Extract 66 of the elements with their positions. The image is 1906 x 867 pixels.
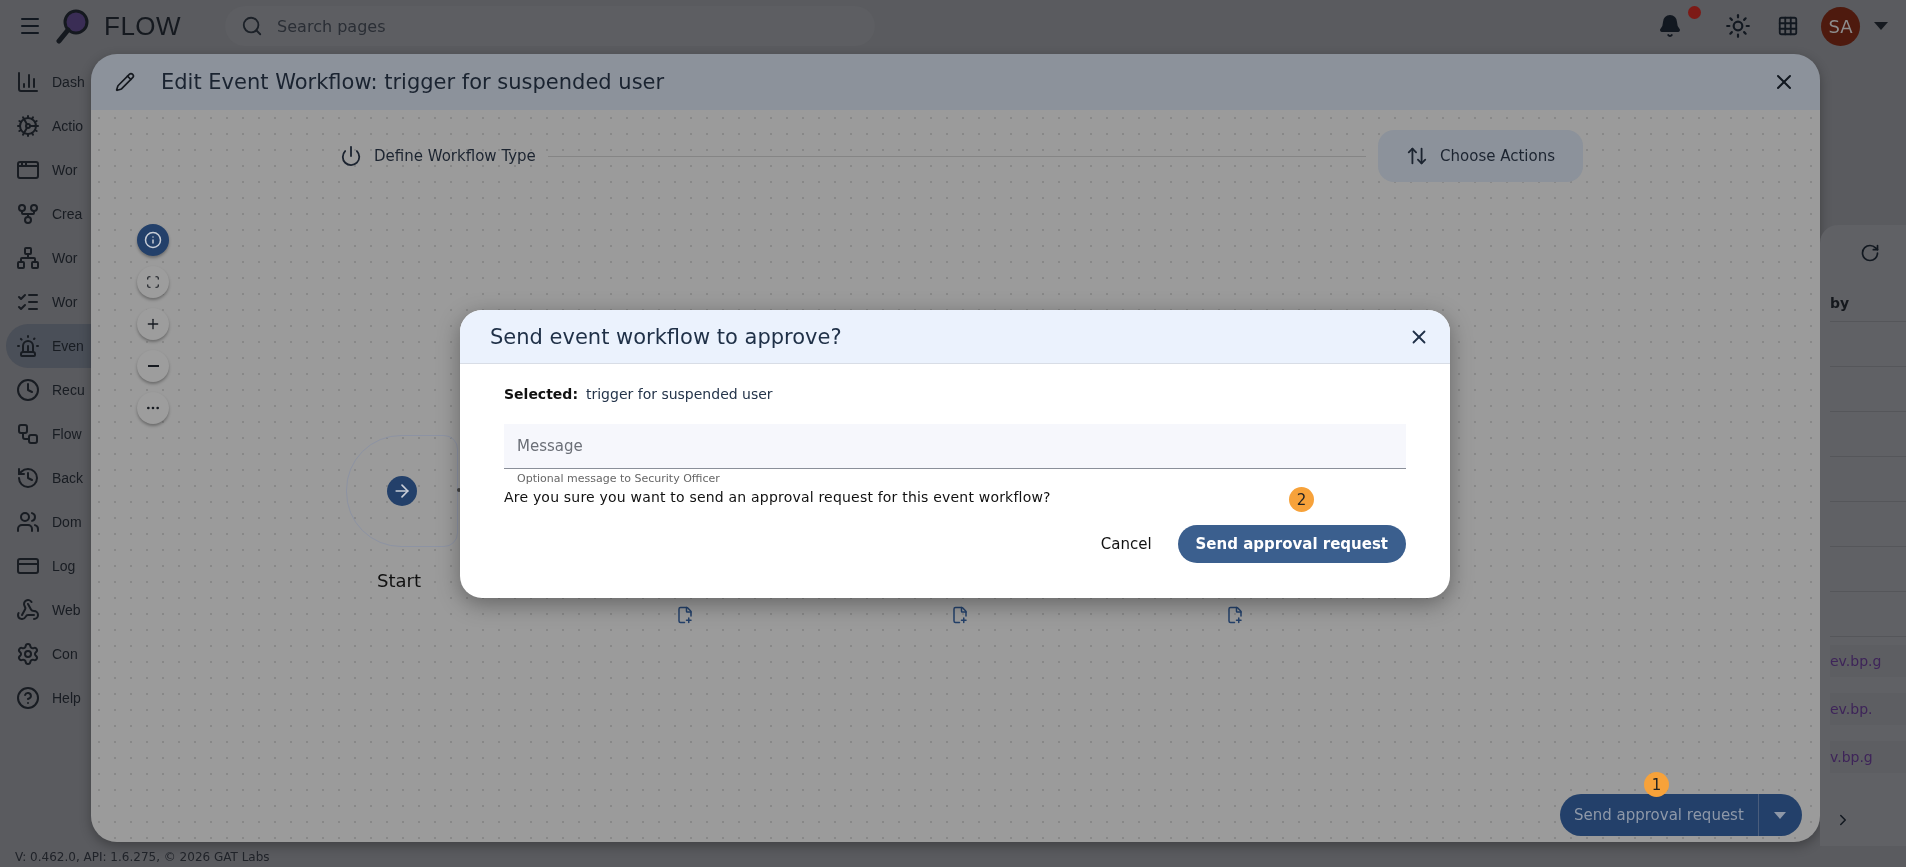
notifications-bell-icon[interactable]: [1658, 14, 1682, 38]
minus-icon: [147, 365, 159, 367]
sidebar-item[interactable]: Con: [6, 632, 91, 676]
apps-grid-icon[interactable]: [1777, 15, 1799, 37]
caret-icon[interactable]: [1874, 22, 1888, 30]
info-button[interactable]: [137, 224, 169, 256]
zoom-out-button[interactable]: [137, 350, 169, 382]
dialog-title: Send event workflow to approve?: [490, 324, 843, 349]
code-window-icon: [16, 158, 40, 182]
sidebar-item[interactable]: Flow: [6, 412, 91, 456]
help-icon: [16, 686, 40, 710]
webhook-icon: [16, 598, 40, 622]
settings-icon: [16, 642, 40, 666]
logo-icon: [56, 8, 90, 44]
sidebar-item[interactable]: Wor: [6, 280, 91, 324]
people-icon: [16, 510, 40, 534]
sidebar-item[interactable]: Dash: [6, 60, 91, 104]
step-tab[interactable]: Choose Actions: [1378, 130, 1583, 182]
app-name: FLOW: [104, 10, 182, 42]
note-add-icon[interactable]: [676, 606, 694, 624]
version-text: V: 0.462.0, API: 1.6.275, © 2026 GAT Labs: [15, 849, 270, 864]
send-approval-button[interactable]: Send approval request: [1177, 525, 1406, 563]
zoom-in-button[interactable]: [137, 308, 169, 340]
step-badge: 1: [1644, 772, 1669, 797]
step-tab[interactable]: Define Workflow Type: [340, 130, 536, 182]
nodes-icon: [16, 422, 40, 446]
message-field[interactable]: Message: [504, 424, 1406, 469]
sidebar-item[interactable]: Crea: [6, 192, 91, 236]
selected-value: trigger for suspended user: [586, 386, 773, 402]
helper-text: Optional message to Security Officer: [516, 472, 721, 485]
power-icon: [340, 145, 362, 167]
bar-chart-icon: [16, 70, 40, 94]
note-add-icon[interactable]: [951, 606, 969, 624]
fit-view-button[interactable]: [137, 266, 169, 298]
note-add-icon[interactable]: [1226, 606, 1244, 624]
fork-icon: [16, 202, 40, 226]
selected-label: Selected:: [504, 386, 578, 402]
arrow-right-icon: [387, 476, 417, 506]
modal-title: Edit Event Workflow: trigger for suspended user: [161, 70, 666, 94]
step-badge: 2: [1289, 487, 1314, 512]
search-icon: [241, 15, 264, 37]
column-header: by: [1830, 295, 1906, 322]
sidebar-item[interactable]: Log: [6, 544, 91, 588]
corners-icon: [146, 275, 160, 289]
swap-icon: [1406, 145, 1429, 167]
hierarchy-icon: [16, 246, 40, 270]
sidebar-item[interactable]: Dom: [6, 500, 91, 544]
pencil-icon: [115, 72, 135, 92]
plus-icon: [145, 316, 161, 332]
cancel-button[interactable]: Cancel: [1096, 527, 1156, 561]
sidebar-item[interactable]: Back: [6, 456, 91, 500]
confirm-question: Are you sure you want to send an approval request for this event workflow?: [504, 489, 1051, 505]
sidebar-item[interactable]: Wor: [6, 236, 91, 280]
clock-icon: [16, 378, 40, 402]
sidebar-item[interactable]: Web: [6, 588, 91, 632]
user-avatar[interactable]: SA: [1821, 6, 1860, 46]
sidebar-item[interactable]: Recu: [6, 368, 91, 412]
sidebar-item[interactable]: Wor: [6, 148, 91, 192]
siren-icon: [16, 334, 40, 358]
sidebar-item[interactable]: Actio: [6, 104, 91, 148]
node-label: Start: [377, 570, 421, 591]
info-icon: [144, 231, 162, 249]
refresh-icon[interactable]: [1860, 243, 1880, 263]
history-icon: [16, 466, 40, 490]
sun-icon[interactable]: [1725, 13, 1751, 39]
sidebar-item[interactable]: Help: [6, 676, 91, 720]
